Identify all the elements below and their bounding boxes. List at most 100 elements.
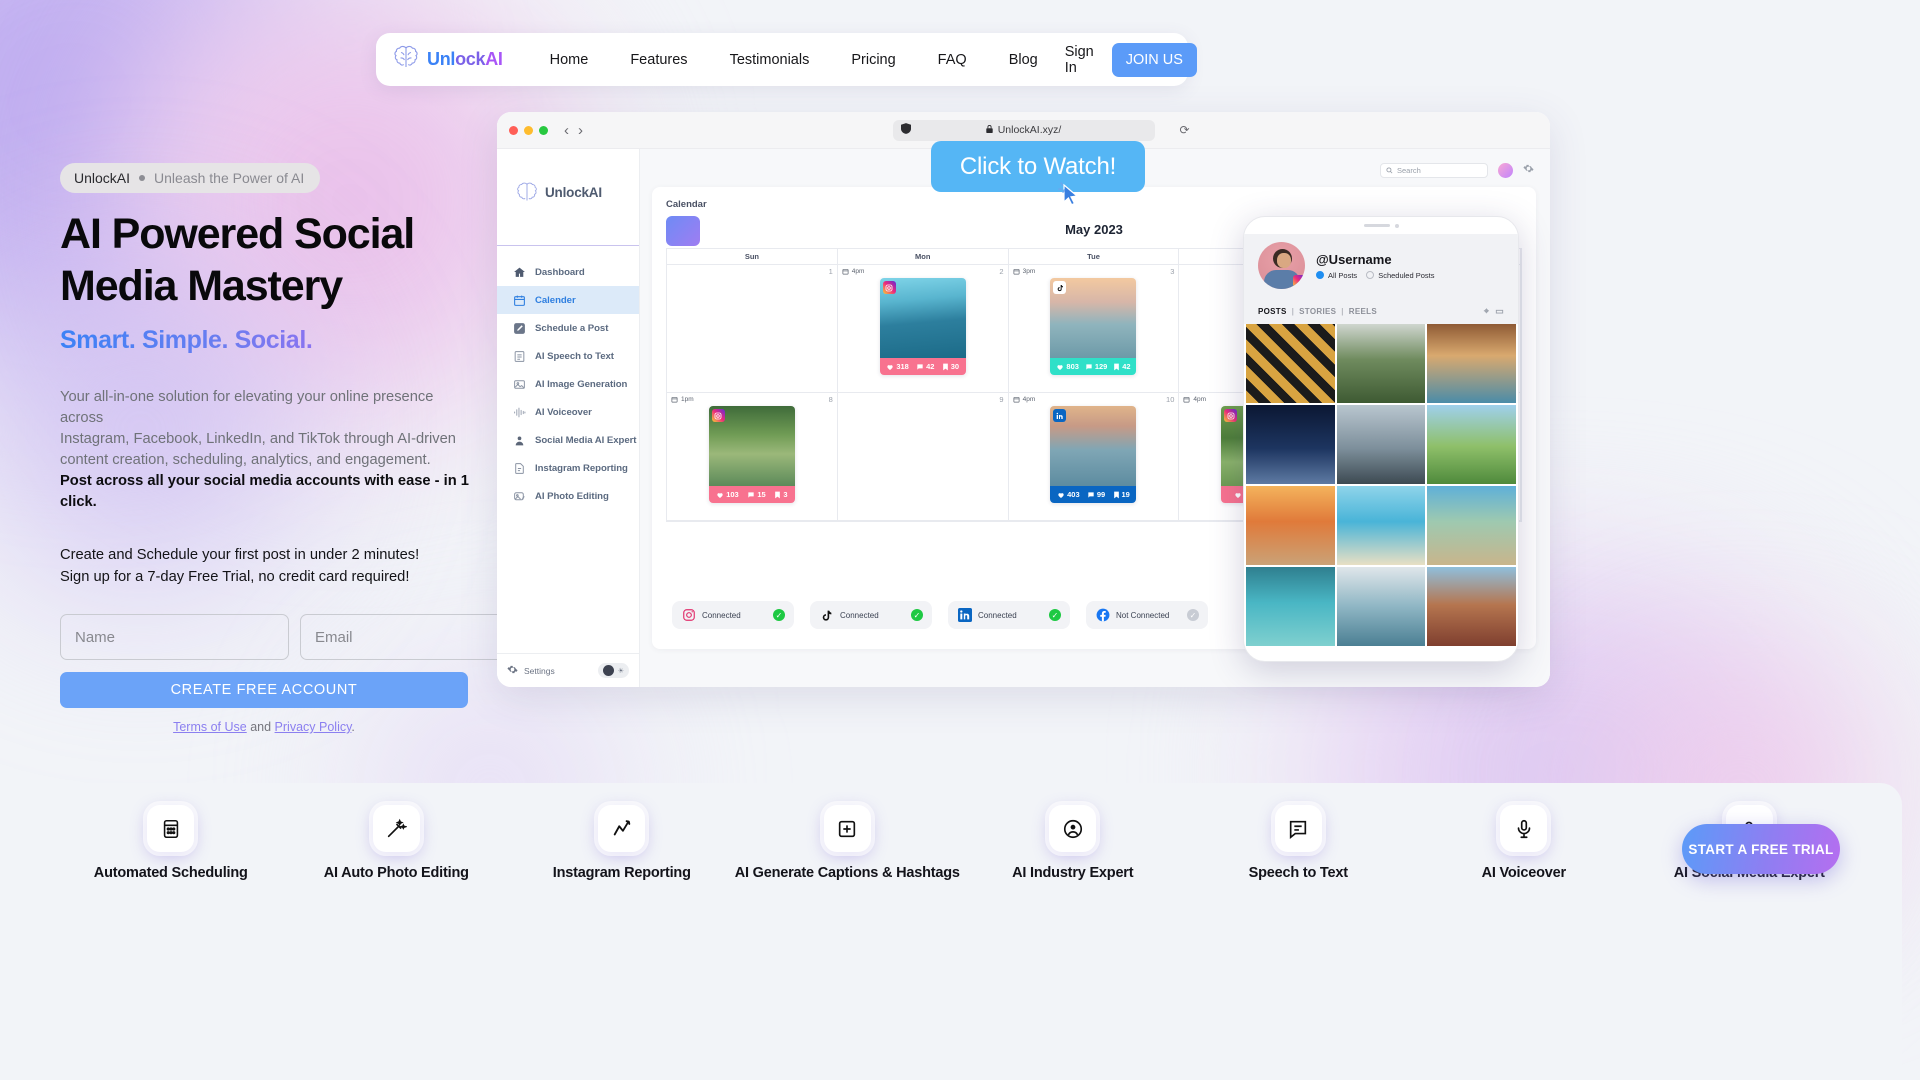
sidebar-item-dashboard[interactable]: Dashboard <box>497 258 639 286</box>
phone-profile-header: @Username All Posts Scheduled Posts <box>1244 234 1518 299</box>
image-icon <box>512 377 526 391</box>
feature-ai-auto-photo-editing[interactable]: AI Auto Photo Editing <box>284 800 510 881</box>
minimize-window-icon[interactable] <box>524 125 533 135</box>
sidebar-footer: Settings ☀ <box>497 653 639 687</box>
calendar-cell[interactable]: 2 4pm 318 42 30 <box>837 265 1009 393</box>
bookmark-icon <box>942 363 948 370</box>
sidebar-label: AI Speech to Text <box>535 350 614 362</box>
maximize-window-icon[interactable] <box>539 125 548 135</box>
feature-automated-scheduling[interactable]: Automated Scheduling <box>58 800 284 881</box>
address-bar[interactable]: UnlockAI.xyz/ ⟳ <box>892 119 1190 141</box>
calendar-cell[interactable]: 8 1pm 103 15 3 <box>667 393 838 521</box>
create-free-account-button[interactable]: CREATE FREE ACCOUNT <box>60 672 468 709</box>
grid-item[interactable] <box>1246 486 1335 565</box>
feature-speech-to-text[interactable]: Speech to Text <box>1186 800 1412 881</box>
calendar-post-card[interactable]: 403 99 19 <box>1050 406 1137 503</box>
grid-item[interactable] <box>1427 567 1516 646</box>
sign-in-link[interactable]: Sign In <box>1059 44 1100 76</box>
feature-ai-industry-expert[interactable]: AI Industry Expert <box>960 800 1186 881</box>
close-window-icon[interactable] <box>509 125 518 135</box>
sidebar-item-ai-image-generation[interactable]: AI Image Generation <box>497 370 639 398</box>
cursor-icon <box>1058 182 1084 215</box>
nav-link-blog[interactable]: Blog <box>988 52 1059 68</box>
nav-link-testimonials[interactable]: Testimonials <box>709 52 831 68</box>
cell-time-label: 3pm <box>1022 268 1036 275</box>
tab-reels[interactable]: REELS <box>1349 307 1377 316</box>
nav-link-home[interactable]: Home <box>529 52 610 68</box>
privacy-policy-link[interactable]: Privacy Policy <box>275 720 352 734</box>
back-icon[interactable]: ‹ <box>564 122 569 139</box>
calendar-post-card[interactable]: 103 15 3 <box>708 406 795 503</box>
tag-icon[interactable]: ⌖ <box>1484 306 1489 317</box>
tab-posts[interactable]: POSTS <box>1258 307 1287 316</box>
grid-item[interactable] <box>1427 486 1516 565</box>
calendar-post-card[interactable]: 318 42 30 <box>879 278 966 375</box>
calendar-section-label: Calendar <box>666 199 707 210</box>
feature-ai-generate-captions-hashtags[interactable]: AI Generate Captions & Hashtags <box>734 800 961 881</box>
grid-item[interactable] <box>1246 324 1335 403</box>
check-icon: ✓ <box>773 609 785 621</box>
gallery-icon[interactable]: ▭ <box>1495 306 1504 317</box>
grid-item[interactable] <box>1427 324 1516 403</box>
comment-icon <box>1086 363 1092 370</box>
comments-stat: 129 <box>1085 362 1107 371</box>
grid-item[interactable] <box>1336 567 1426 646</box>
grid-item[interactable] <box>1246 567 1335 646</box>
search-input[interactable]: Search <box>1380 162 1488 178</box>
nav-link-faq[interactable]: FAQ <box>917 52 988 68</box>
reload-icon[interactable]: ⟳ <box>1179 123 1189 137</box>
radio-scheduled-posts[interactable]: Scheduled Posts <box>1366 271 1434 280</box>
comments-stat: 42 <box>916 362 934 371</box>
calendar-post-card[interactable]: 803 129 42 <box>1050 278 1137 375</box>
cell-date-number: 10 <box>1166 395 1175 404</box>
tab-stories[interactable]: STORIES <box>1299 307 1336 316</box>
radio-all-posts[interactable]: All Posts <box>1316 271 1357 280</box>
feature-instagram-reporting[interactable]: Instagram Reporting <box>509 800 735 881</box>
hero-title-line1: AI Powered Social <box>60 210 415 258</box>
calendar-cell[interactable]: 10 4pm 403 99 19 <box>1008 393 1180 521</box>
connection-facebook[interactable]: Not Connected ✓ <box>1086 601 1208 629</box>
connection-tiktok[interactable]: Connected ✓ <box>810 601 932 629</box>
grid-item[interactable] <box>1336 486 1426 565</box>
feature-ai-voiceover[interactable]: AI Voiceover <box>1411 800 1637 881</box>
gear-icon[interactable] <box>507 662 518 680</box>
click-to-watch-button[interactable]: Click to Watch! <box>931 141 1145 192</box>
calendar-cell[interactable]: 1 <box>667 265 838 393</box>
nav-link-pricing[interactable]: Pricing <box>830 52 916 68</box>
linkedin-icon <box>957 608 972 623</box>
grid-item[interactable] <box>1246 405 1335 484</box>
email-field[interactable] <box>300 614 529 661</box>
grid-item[interactable] <box>1336 405 1426 484</box>
sidebar-item-ai-photo-editing[interactable]: AI Photo Editing <box>497 482 639 510</box>
sidebar-item-instagram-reporting[interactable]: Instagram Reporting <box>497 454 639 482</box>
person-badge-icon <box>1044 800 1102 857</box>
chat-icon <box>1269 800 1327 857</box>
connection-linkedin[interactable]: Connected ✓ <box>948 601 1070 629</box>
start-free-trial-button[interactable]: START A FREE TRIAL <box>1682 824 1840 874</box>
sidebar-item-social-media-ai-expert[interactable]: Social Media AI Expert <box>497 426 639 454</box>
theme-toggle[interactable]: ☀ <box>597 663 629 678</box>
sidebar-item-ai-voiceover[interactable]: AI Voiceover <box>497 398 639 426</box>
likes-stat: 318 <box>886 362 909 371</box>
hero-sub-line2: Sign up for a 7-day Free Trial, no credi… <box>60 568 410 585</box>
join-us-button[interactable]: JOIN US <box>1111 42 1197 77</box>
grid-item[interactable] <box>1336 324 1426 403</box>
hero-badge-dot-icon <box>139 175 146 181</box>
nav-link-features[interactable]: Features <box>609 52 708 68</box>
terms-of-use-link[interactable]: Terms of Use <box>173 720 247 734</box>
gear-icon[interactable] <box>1523 161 1534 179</box>
calendar-cell[interactable]: 3 3pm 803 129 42 <box>1008 265 1180 393</box>
brand-logo[interactable]: UnlockAI <box>392 44 503 75</box>
heart-icon <box>1057 364 1064 370</box>
feature-label: AI Generate Captions & Hashtags <box>734 865 960 881</box>
avatar[interactable] <box>1498 162 1513 178</box>
connection-instagram[interactable]: Connected ✓ <box>672 601 794 629</box>
sidebar-item-calender[interactable]: Calender <box>497 286 639 314</box>
sidebar-item-schedule-a-post[interactable]: Schedule a Post <box>497 314 639 342</box>
sidebar-item-ai-speech-to-text[interactable]: AI Speech to Text <box>497 342 639 370</box>
name-field[interactable] <box>60 614 289 661</box>
connection-status: Connected <box>978 610 1017 620</box>
grid-item[interactable] <box>1427 405 1516 484</box>
forward-icon[interactable]: › <box>578 122 583 139</box>
calendar-cell[interactable]: 9 <box>837 393 1009 521</box>
